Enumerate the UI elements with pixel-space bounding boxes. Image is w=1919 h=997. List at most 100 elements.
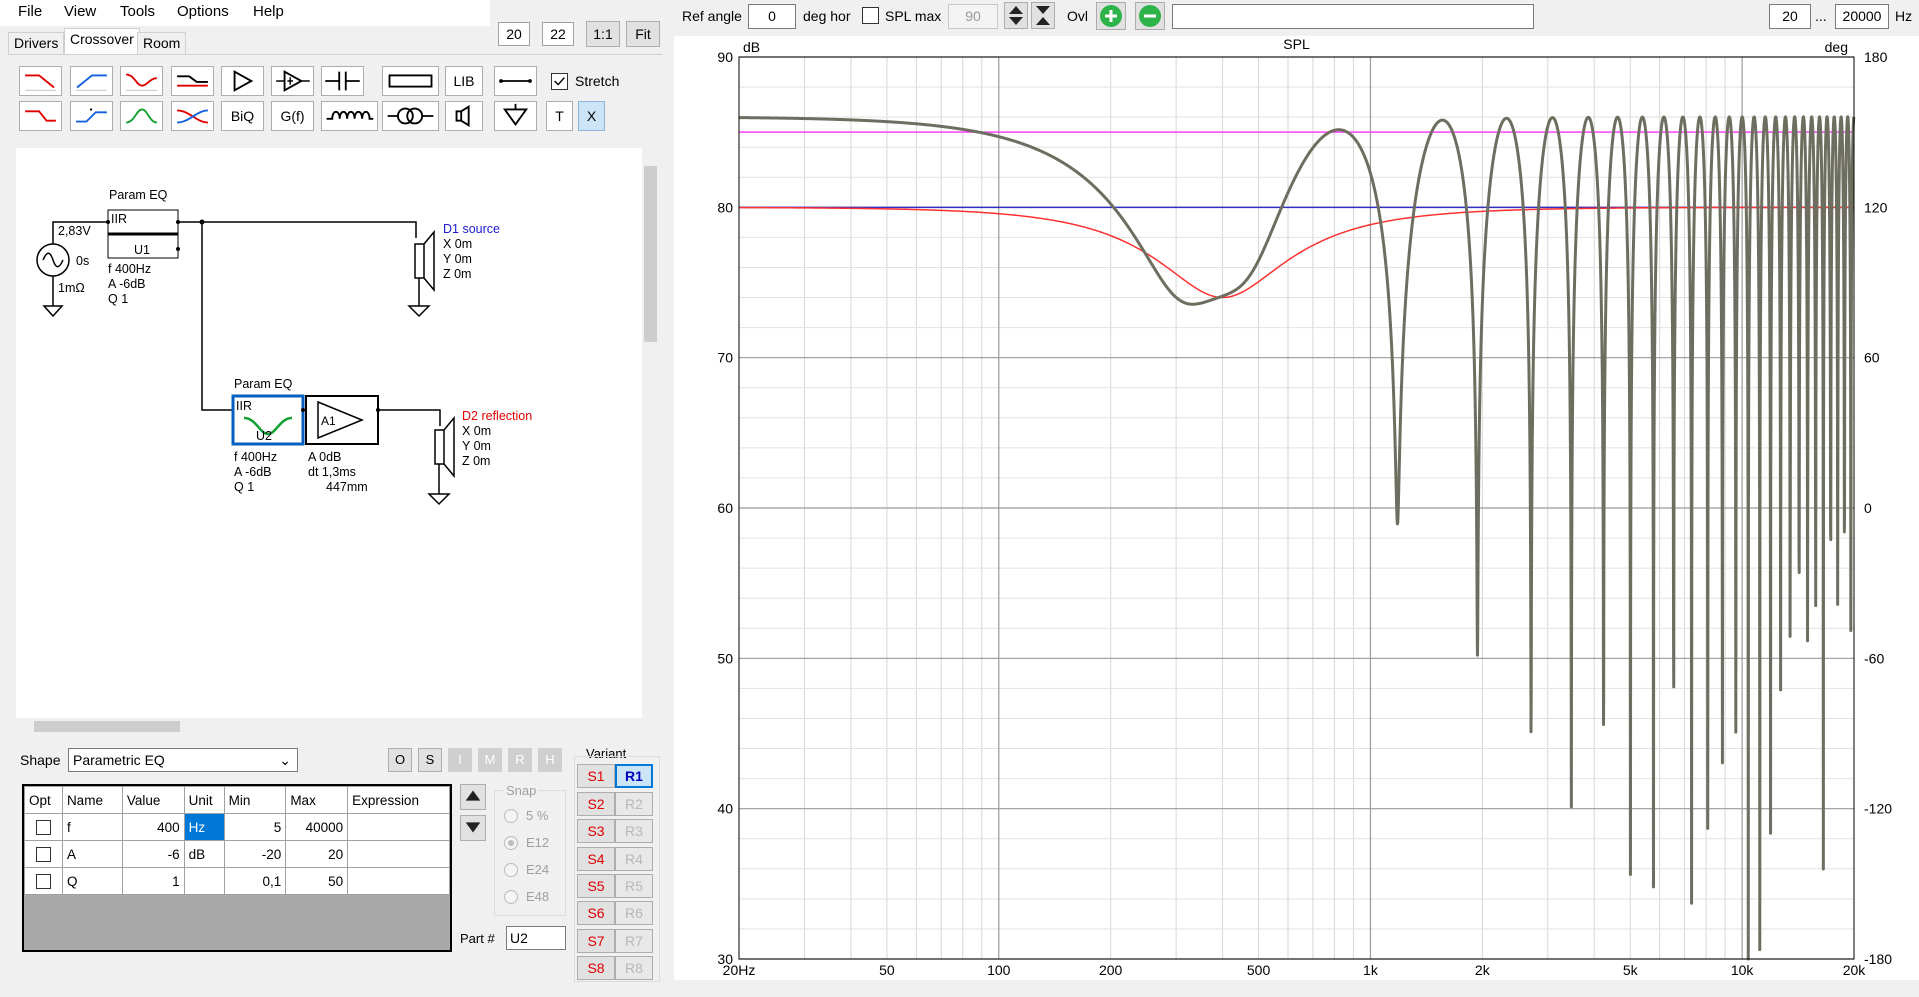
buffer-icon[interactable] xyxy=(271,66,314,96)
move-down-button[interactable] xyxy=(460,815,486,841)
freq-max-input[interactable]: 20000 xyxy=(1835,4,1889,29)
i-button[interactable]: I xyxy=(448,748,472,772)
h-button[interactable]: H xyxy=(538,748,562,772)
peak-green-icon[interactable] xyxy=(120,101,163,131)
s-button[interactable]: S xyxy=(418,748,442,772)
one-to-one-button[interactable]: 1:1 xyxy=(586,21,620,47)
variant-s5[interactable]: S5 xyxy=(577,874,615,898)
menu-tools[interactable]: Tools xyxy=(120,3,155,20)
param-max[interactable]: 20 xyxy=(285,840,349,868)
highpass-blue-icon[interactable] xyxy=(70,66,113,96)
param-max[interactable]: 40000 xyxy=(285,813,349,841)
variant-r5[interactable]: R5 xyxy=(615,874,653,898)
opt-checkbox-a[interactable] xyxy=(35,846,51,862)
param-unit[interactable]: Hz xyxy=(183,813,225,841)
spl-chart-svg[interactable]: SPLdB deg30405060708090-180-120-600601201… xyxy=(674,36,1919,980)
param-expression[interactable] xyxy=(347,840,450,868)
opt-checkbox-q[interactable] xyxy=(35,873,51,889)
t-button[interactable]: T xyxy=(546,101,573,131)
hscroll-thumb[interactable] xyxy=(34,721,180,732)
menu-file[interactable]: File xyxy=(18,3,42,20)
variant-s1[interactable]: S1 xyxy=(577,764,615,788)
spin-updown-button[interactable] xyxy=(1004,2,1028,29)
param-value[interactable]: 400 xyxy=(121,813,185,841)
variant-s2[interactable]: S2 xyxy=(577,792,615,816)
tab-crossover[interactable]: Crossover xyxy=(64,28,140,54)
param-min[interactable]: 0,1 xyxy=(223,867,287,895)
move-up-button[interactable] xyxy=(460,784,486,810)
highpass-shelf-icon[interactable] xyxy=(70,101,113,131)
schematic-hscrollbar[interactable] xyxy=(16,718,642,735)
variant-r6[interactable]: R6 xyxy=(615,901,653,925)
bandpass-red-icon[interactable] xyxy=(120,66,163,96)
amplifier-icon[interactable] xyxy=(221,66,264,96)
variant-r4[interactable]: R4 xyxy=(615,847,653,871)
param-min[interactable]: -20 xyxy=(223,840,287,868)
stretch-checkbox[interactable] xyxy=(551,73,568,90)
spl-chart[interactable]: SPL dB deg 30 40 50 60 70 80 90 -180 -120 -60 0 60 120 1… xyxy=(674,36,1919,980)
lowpass-shelf-icon[interactable] xyxy=(19,101,62,131)
table-row[interactable]: A -6 dB -20 20 xyxy=(24,840,450,868)
menu-view[interactable]: View xyxy=(64,3,96,20)
schematic-canvas[interactable]: Param EQ IIR U1 f 400Hz A -6dB Q 1 2,83V… xyxy=(16,148,642,718)
m-button[interactable]: M xyxy=(478,748,502,772)
variant-s7[interactable]: S7 xyxy=(577,929,615,953)
o-button[interactable]: O xyxy=(388,748,412,772)
resistor-icon[interactable] xyxy=(382,66,439,96)
tab-room[interactable]: Room xyxy=(137,32,187,54)
variant-r8[interactable]: R8 xyxy=(615,956,653,980)
fit-button[interactable]: Fit xyxy=(626,21,660,47)
overlay-input[interactable] xyxy=(1172,4,1534,29)
biq-button[interactable]: BiQ xyxy=(221,101,264,131)
wire-icon[interactable] xyxy=(494,66,537,96)
variant-s3[interactable]: S3 xyxy=(577,819,615,843)
zoom-value-a[interactable]: 20 xyxy=(498,22,530,46)
lib-button[interactable]: LIB xyxy=(445,66,483,96)
ground-icon[interactable] xyxy=(494,101,537,131)
param-expression[interactable] xyxy=(347,867,450,895)
param-expression[interactable] xyxy=(347,813,450,841)
snap-radio-e48[interactable] xyxy=(504,890,518,904)
snap-radio-5[interactable] xyxy=(504,809,518,823)
inductor-icon[interactable] xyxy=(321,101,378,131)
spl-max-checkbox[interactable] xyxy=(862,7,879,24)
schematic-vscrollbar[interactable] xyxy=(642,148,659,718)
shelf-icon[interactable] xyxy=(171,66,214,96)
snap-radio-e12[interactable] xyxy=(504,836,518,850)
ref-angle-input[interactable]: 0 xyxy=(748,4,796,29)
part-number-input[interactable]: U2 xyxy=(506,926,566,950)
menu-options[interactable]: Options xyxy=(177,3,229,20)
lowpass-red-icon[interactable] xyxy=(19,66,62,96)
table-row[interactable]: f 400 Hz 5 40000 xyxy=(24,813,450,841)
zoom-value-b[interactable]: 22 xyxy=(542,22,574,46)
variant-r7[interactable]: R7 xyxy=(615,929,653,953)
vscroll-thumb[interactable] xyxy=(644,166,657,342)
param-value[interactable]: -6 xyxy=(121,840,185,868)
variant-r1[interactable]: R1 xyxy=(615,764,653,788)
variant-r3[interactable]: R3 xyxy=(615,819,653,843)
table-row[interactable]: Q 1 0,1 50 xyxy=(24,867,450,895)
spin-collapse-button[interactable] xyxy=(1031,2,1055,29)
gf-button[interactable]: G(f) xyxy=(271,101,314,131)
r-button[interactable]: R xyxy=(508,748,532,772)
transformer-icon[interactable] xyxy=(382,101,439,131)
param-max[interactable]: 50 xyxy=(285,867,349,895)
crossover-icon[interactable] xyxy=(171,101,214,131)
spl-max-input[interactable]: 90 xyxy=(948,4,998,29)
add-overlay-button[interactable] xyxy=(1096,2,1126,30)
param-value[interactable]: 1 xyxy=(121,867,185,895)
freq-min-input[interactable]: 20 xyxy=(1769,4,1811,29)
tab-drivers[interactable]: Drivers xyxy=(8,32,65,54)
opt-checkbox-f[interactable] xyxy=(35,819,51,835)
param-min[interactable]: 5 xyxy=(223,813,287,841)
speaker-icon[interactable] xyxy=(445,101,483,131)
shape-select[interactable]: Parametric EQ ⌄ xyxy=(68,748,298,772)
variant-s6[interactable]: S6 xyxy=(577,901,615,925)
menu-help[interactable]: Help xyxy=(253,3,284,20)
param-unit[interactable] xyxy=(183,867,225,895)
variant-s4[interactable]: S4 xyxy=(577,847,615,871)
capacitor-icon[interactable] xyxy=(321,66,364,96)
variant-r2[interactable]: R2 xyxy=(615,792,653,816)
variant-s8[interactable]: S8 xyxy=(577,956,615,980)
x-button[interactable]: X xyxy=(578,101,605,131)
